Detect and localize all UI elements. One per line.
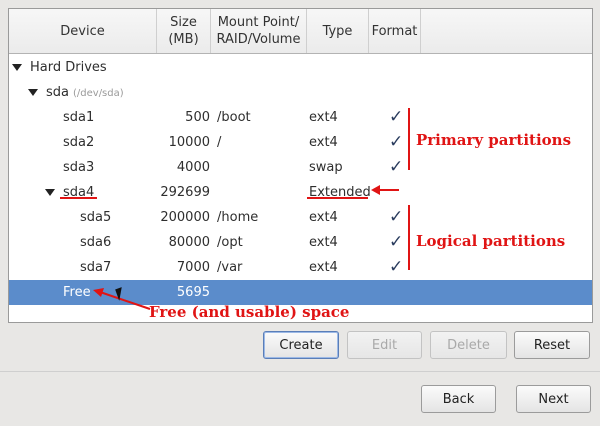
reset-button[interactable]: Reset xyxy=(514,331,590,359)
table-row[interactable]: sda1 500 /boot ext4 ✓ xyxy=(9,105,592,130)
column-header-type[interactable]: Type xyxy=(307,9,369,53)
device-cell: sda1 xyxy=(63,110,95,125)
type-cell: ext4 xyxy=(309,260,338,275)
create-button[interactable]: Create xyxy=(263,331,339,359)
edit-button[interactable]: Edit xyxy=(347,331,422,359)
type-cell: ext4 xyxy=(309,235,338,250)
tree-node-sda[interactable]: sda (/dev/sda) xyxy=(9,80,592,105)
size-cell: 292699 xyxy=(160,185,210,200)
expander-down-icon[interactable] xyxy=(45,189,55,196)
table-row[interactable]: sda7 7000 /var ext4 ✓ xyxy=(9,255,592,280)
mount-cell: /home xyxy=(217,210,259,225)
column-header-size[interactable]: Size (MB) xyxy=(157,9,211,53)
size-cell: 7000 xyxy=(176,260,210,275)
device-cell: sda5 xyxy=(80,210,112,225)
size-cell: 200000 xyxy=(160,210,210,225)
back-button[interactable]: Back xyxy=(421,385,496,413)
device-cell: sda4 xyxy=(63,185,95,200)
partition-table: Device Size (MB) Mount Point/ RAID/Volum… xyxy=(8,8,593,323)
mount-cell: /boot xyxy=(217,110,251,125)
size-cell: 5695 xyxy=(176,285,210,300)
expander-down-icon[interactable] xyxy=(28,89,38,96)
column-header-device[interactable]: Device xyxy=(9,9,157,53)
annotation-free: Free (and usable) space xyxy=(149,303,350,321)
device-cell: sda6 xyxy=(80,235,112,250)
delete-button[interactable]: Delete xyxy=(430,331,507,359)
device-cell: sda7 xyxy=(80,260,112,275)
size-cell: 500 xyxy=(185,110,210,125)
type-cell: ext4 xyxy=(309,210,338,225)
table-row-extended[interactable]: sda4 292699 Extended xyxy=(9,180,592,205)
format-check-icon: ✓ xyxy=(389,232,404,252)
table-header: Device Size (MB) Mount Point/ RAID/Volum… xyxy=(9,9,592,54)
device-cell: Free xyxy=(63,285,91,300)
format-check-icon: ✓ xyxy=(389,257,404,277)
format-check-icon: ✓ xyxy=(389,207,404,227)
type-cell: ext4 xyxy=(309,135,338,150)
tree-node-label: Hard Drives xyxy=(30,60,107,75)
disk-label: sda (/dev/sda) xyxy=(46,85,124,100)
type-cell: swap xyxy=(309,160,343,175)
mount-cell: / xyxy=(217,135,222,150)
mount-cell: /opt xyxy=(217,235,243,250)
device-cell: sda2 xyxy=(63,135,95,150)
mount-cell: /var xyxy=(217,260,243,275)
format-check-icon: ✓ xyxy=(389,132,404,152)
tree-node-hard-drives[interactable]: Hard Drives xyxy=(9,55,592,80)
type-cell: Extended xyxy=(309,185,371,200)
format-check-icon: ✓ xyxy=(389,157,404,177)
annotation-logical: Logical partitions xyxy=(416,232,566,250)
device-cell: sda3 xyxy=(63,160,95,175)
table-row-free-selected[interactable]: Free 5695 xyxy=(9,280,592,305)
size-cell: 80000 xyxy=(168,235,210,250)
expander-down-icon[interactable] xyxy=(12,64,22,71)
type-cell: ext4 xyxy=(309,110,338,125)
next-button[interactable]: Next xyxy=(516,385,591,413)
column-header-format[interactable]: Format xyxy=(369,9,421,53)
size-cell: 10000 xyxy=(168,135,210,150)
separator xyxy=(0,371,600,372)
annotation-primary: Primary partitions xyxy=(416,131,572,149)
table-row[interactable]: sda3 4000 swap ✓ xyxy=(9,155,592,180)
table-row[interactable]: sda5 200000 /home ext4 ✓ xyxy=(9,205,592,230)
size-cell: 4000 xyxy=(176,160,210,175)
column-header-mount[interactable]: Mount Point/ RAID/Volume xyxy=(211,9,307,53)
disk-path: (/dev/sda) xyxy=(73,88,124,99)
format-check-icon: ✓ xyxy=(389,107,404,127)
